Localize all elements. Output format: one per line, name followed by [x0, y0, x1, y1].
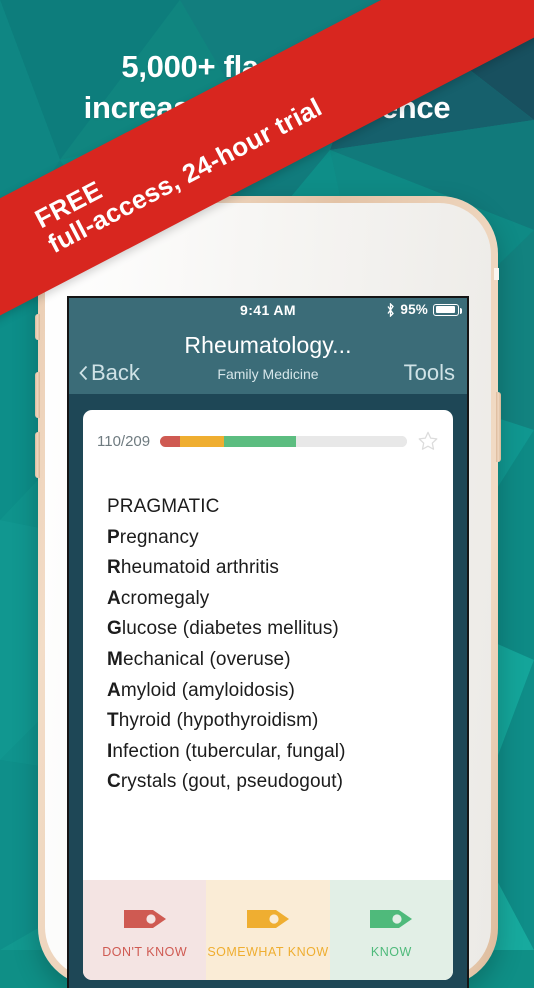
mnemonic-text: nfection (tubercular, fungal): [112, 740, 346, 762]
volume-up-button: [35, 372, 40, 418]
bluetooth-icon: [387, 302, 395, 317]
battery-icon: [433, 303, 462, 316]
volume-down-button: [35, 432, 40, 478]
answer-button-know[interactable]: KNOW: [329, 880, 453, 980]
mnemonic-line: Glucose (diabetes mellitus): [107, 614, 453, 645]
mnemonic-initial: A: [107, 679, 121, 701]
answer-button-somewhat-know[interactable]: SOMEWHAT KNOW: [206, 880, 330, 980]
mnemonic-line: Thyroid (hypothyroidism): [107, 706, 453, 737]
answer-button-label: DON'T KNOW: [102, 944, 188, 959]
nav-title: Rheumatology...: [184, 332, 352, 358]
mnemonic-text: regnancy: [119, 526, 199, 548]
mnemonic-initial: C: [107, 771, 121, 793]
mnemonic-line: Pregnancy: [107, 523, 453, 554]
silent-switch: [35, 314, 40, 340]
tools-button[interactable]: Tools: [404, 360, 455, 386]
battery-percent: 95%: [400, 302, 428, 317]
mnemonic-text: myloid (amyloidosis): [120, 679, 295, 701]
answer-buttons: DON'T KNOW SOMEWHAT KNOW KNOW: [83, 880, 453, 980]
battery-fill: [435, 306, 455, 313]
battery-nub: [459, 307, 462, 314]
status-indicators: 95%: [386, 302, 462, 317]
mnemonic-line: Infection (tubercular, fungal): [107, 737, 453, 768]
progress-segment-somewhat-know: [179, 435, 225, 447]
flashcard: 110/209 PRAGMATIC Pregnancy Rheumatoid ar…: [83, 410, 453, 980]
answer-button-label: SOMEWHAT KNOW: [207, 944, 329, 959]
progress-segment-know: [224, 435, 296, 447]
mnemonic-initial: R: [107, 557, 121, 579]
mnemonic-text: echanical (overuse): [122, 648, 291, 670]
answer-button-label: KNOW: [370, 944, 412, 959]
progress-count: 110/209: [97, 432, 151, 450]
tag-icon: [246, 909, 289, 928]
mnemonic-line: Acromegaly: [107, 584, 453, 615]
mnemonic-title: PRAGMATIC: [107, 496, 220, 517]
mnemonic-initial: G: [107, 618, 122, 640]
progress-row: 110/209: [83, 410, 453, 452]
mnemonic-text: cromegaly: [120, 587, 210, 609]
progress-segment-dont-know: [160, 435, 180, 447]
progress-bar[interactable]: [160, 435, 407, 447]
mnemonic-line: Rheumatoid arthritis: [107, 553, 453, 584]
mnemonic-line: Amyloid (amyloidosis): [107, 676, 453, 707]
mnemonic-initial: P: [107, 526, 120, 548]
mnemonic-initial: A: [107, 587, 121, 609]
mnemonic-text: rystals (gout, pseudogout): [120, 771, 344, 793]
antenna-band-right: [494, 268, 499, 280]
phone-screen: 9:41 AM 95% Back Rheumatology... Family …: [69, 298, 467, 988]
mnemonic-line: Crystals (gout, pseudogout): [107, 767, 453, 798]
answer-button-dont-know[interactable]: DON'T KNOW: [83, 880, 207, 980]
mnemonic-initial: T: [107, 710, 119, 732]
flashcard-content: PRAGMATIC Pregnancy Rheumatoid arthritis A…: [83, 452, 453, 798]
tag-icon: [123, 909, 166, 928]
star-outline-icon[interactable]: [417, 430, 439, 452]
status-bar: 9:41 AM 95%: [69, 298, 467, 324]
tag-icon: [370, 909, 413, 928]
mnemonic-text: lucose (diabetes mellitus): [121, 618, 339, 640]
navigation-bar: Back Rheumatology... Family Medicine Too…: [69, 324, 467, 394]
mnemonic-list: Pregnancy Rheumatoid arthritis Acromegaly G…: [107, 523, 453, 798]
power-button: [496, 392, 501, 462]
mnemonic-line: Mechanical (overuse): [107, 645, 453, 676]
progress-segment-unseen: [295, 435, 407, 447]
mnemonic-text: heumatoid arthritis: [120, 557, 280, 579]
mnemonic-text: hyroid (hypothyroidism): [118, 710, 319, 732]
mnemonic-initial: M: [107, 648, 123, 670]
